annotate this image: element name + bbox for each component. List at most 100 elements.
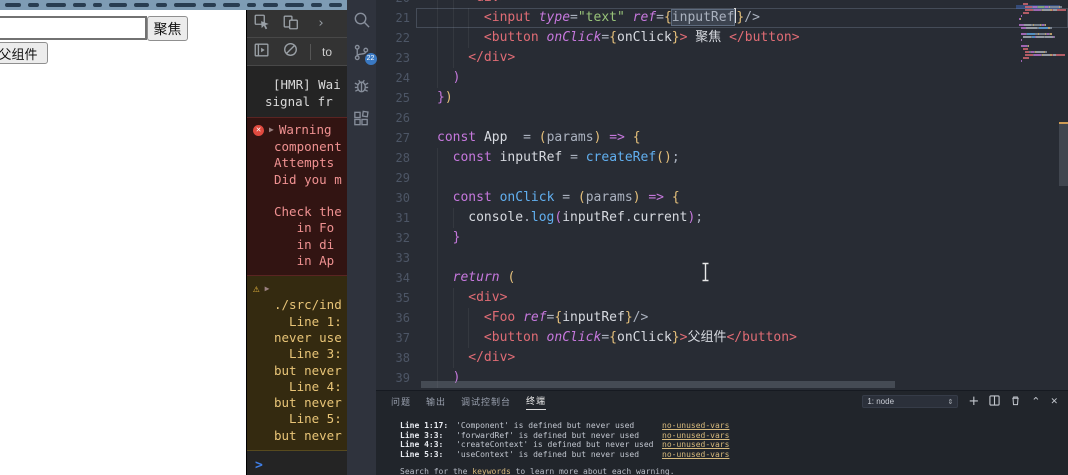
console-prompt[interactable]: > xyxy=(247,451,347,473)
console-sidebar-icon[interactable] xyxy=(253,41,271,63)
code-text[interactable]: <div> xyxy=(416,0,1068,8)
problem-rule-link[interactable]: no-unused-vars xyxy=(662,440,729,450)
maximize-panel-icon[interactable] xyxy=(1031,396,1040,407)
code-text[interactable] xyxy=(416,248,1068,268)
split-terminal-icon[interactable] xyxy=(989,395,1000,408)
more-tabs-icon[interactable]: › xyxy=(317,16,325,31)
code-text[interactable]: const onClick = (params) => { xyxy=(416,188,1068,208)
code-text[interactable]: </div> xyxy=(416,48,1068,68)
devtools-console[interactable]: [HMR] Wai signal fr WarningcomponentAttem… xyxy=(247,67,347,475)
expand-arrow-icon[interactable] xyxy=(269,122,274,138)
line-number: 39 xyxy=(395,371,410,385)
new-terminal-icon[interactable] xyxy=(968,396,979,407)
token: . xyxy=(523,210,531,225)
inspect-element-icon[interactable] xyxy=(253,13,271,35)
token: inputRef xyxy=(562,210,625,225)
bookmark-item[interactable] xyxy=(73,3,86,7)
code-text[interactable]: return ( xyxy=(416,268,1068,288)
frame-context-select[interactable]: to xyxy=(322,45,332,59)
problem-rule-link[interactable]: no-unused-vars xyxy=(662,450,729,460)
code-text[interactable]: }) xyxy=(416,88,1068,108)
debug-icon[interactable] xyxy=(352,75,372,95)
bookmark-item[interactable] xyxy=(93,3,102,7)
line-number: 30 xyxy=(395,191,410,205)
code-text[interactable] xyxy=(416,108,1068,128)
device-toolbar-icon[interactable] xyxy=(282,13,300,35)
bookmark-item[interactable] xyxy=(203,3,216,7)
footer-text: Search for the xyxy=(400,467,473,475)
code-editor[interactable]: 20<div>21<input type="text" ref={inputRe… xyxy=(376,0,1068,390)
bookmark-item[interactable] xyxy=(28,3,39,7)
bookmark-item[interactable] xyxy=(46,3,66,7)
panel-tab-终端[interactable]: 终端 xyxy=(526,394,547,410)
console-warning-message[interactable]: ./src/ind Line 1:never use Line 3:but ne… xyxy=(247,276,347,452)
clear-console-icon[interactable] xyxy=(282,41,299,62)
search-icon[interactable] xyxy=(352,9,372,29)
bookmark-item[interactable] xyxy=(223,3,240,7)
panel-tab-输出[interactable]: 输出 xyxy=(426,395,446,410)
problem-rule-link[interactable]: no-unused-vars xyxy=(662,421,729,431)
code-line-23: 23 </div> xyxy=(376,48,1068,68)
bookmark-item[interactable] xyxy=(329,3,342,7)
indent-guide xyxy=(452,8,469,28)
problem-rule-link[interactable]: no-unused-vars xyxy=(662,431,729,441)
bookmark-item[interactable] xyxy=(109,3,127,7)
terminal-shell-select[interactable]: 1: node xyxy=(862,395,959,408)
page-text-input[interactable] xyxy=(0,16,147,40)
indent-guide xyxy=(437,0,453,8)
parent-component-button[interactable]: 父组件 xyxy=(0,42,48,64)
token: } xyxy=(437,90,445,105)
line-number: 22 xyxy=(395,31,410,45)
code-text[interactable]: </div> xyxy=(416,348,1068,368)
bookmark-item[interactable] xyxy=(134,3,149,7)
extensions-icon[interactable] xyxy=(352,108,372,128)
minimap-line xyxy=(1019,12,1057,14)
horizontal-scrollbar[interactable] xyxy=(421,381,895,388)
bookmark-item[interactable] xyxy=(263,3,278,7)
minimap-line xyxy=(1019,42,1057,44)
vertical-scrollbar[interactable] xyxy=(1059,122,1068,186)
focus-button[interactable]: 聚焦 xyxy=(147,16,188,41)
bookmark-item[interactable] xyxy=(5,3,21,7)
code-text[interactable]: ) xyxy=(416,68,1068,88)
console-message-text: Line 1: xyxy=(274,313,342,329)
code-text[interactable] xyxy=(416,168,1068,188)
code-text[interactable]: <button onClick={onClick}>父组件</button> xyxy=(416,328,1068,348)
bookmark-item[interactable] xyxy=(285,3,304,7)
token: = xyxy=(570,150,586,165)
source-control-icon[interactable]: 22 xyxy=(352,42,377,65)
code-text[interactable]: <button onClick={onClick}> 聚焦 </button> xyxy=(416,28,1068,48)
indent-guide xyxy=(437,148,453,168)
code-line-26: 26 xyxy=(376,108,1068,128)
bookmark-item[interactable] xyxy=(247,3,256,7)
code-text[interactable]: console.log(inputRef.current); xyxy=(416,208,1068,228)
bookmark-item[interactable] xyxy=(311,3,322,7)
minimap[interactable] xyxy=(1016,3,1067,63)
token: params xyxy=(546,130,594,145)
problem-message: 'useContext' is defined but never used xyxy=(456,449,640,459)
console-error-message[interactable]: WarningcomponentAttemptsDid you m Check … xyxy=(247,117,347,277)
panel-tab-问题[interactable]: 问题 xyxy=(391,395,411,410)
close-panel-icon[interactable] xyxy=(1050,395,1058,408)
code-text[interactable]: const inputRef = createRef(); xyxy=(416,148,1068,168)
bookmark-item[interactable] xyxy=(174,3,196,7)
token: <div> xyxy=(468,290,508,305)
token: createRef xyxy=(585,150,657,165)
code-text[interactable]: const App = (params) => { xyxy=(416,128,1068,148)
terminal-output[interactable]: Line 1:17: 'Component' is defined but nev… xyxy=(400,421,1064,475)
indent-guide xyxy=(437,288,453,308)
bookmark-item[interactable] xyxy=(156,3,167,7)
expand-arrow-icon[interactable] xyxy=(265,281,270,297)
problem-message: 'forwardRef' is defined but never used xyxy=(456,430,640,440)
kill-terminal-icon[interactable] xyxy=(1010,395,1021,408)
code-text[interactable]: <div> xyxy=(416,288,1068,308)
code-text[interactable]: } xyxy=(416,228,1068,248)
code-line-38: 38 </div> xyxy=(376,348,1068,368)
console-message-head: Warning xyxy=(253,122,347,139)
bookmarks-bar[interactable] xyxy=(0,0,347,10)
panel-tab-调试控制台[interactable]: 调试控制台 xyxy=(461,395,511,410)
code-text[interactable]: <input type="text" ref={inputRef}/> xyxy=(416,8,1068,28)
console-log-line: signal fr xyxy=(265,94,333,109)
code-text[interactable]: <Foo ref={inputRef}/> xyxy=(416,308,1068,328)
